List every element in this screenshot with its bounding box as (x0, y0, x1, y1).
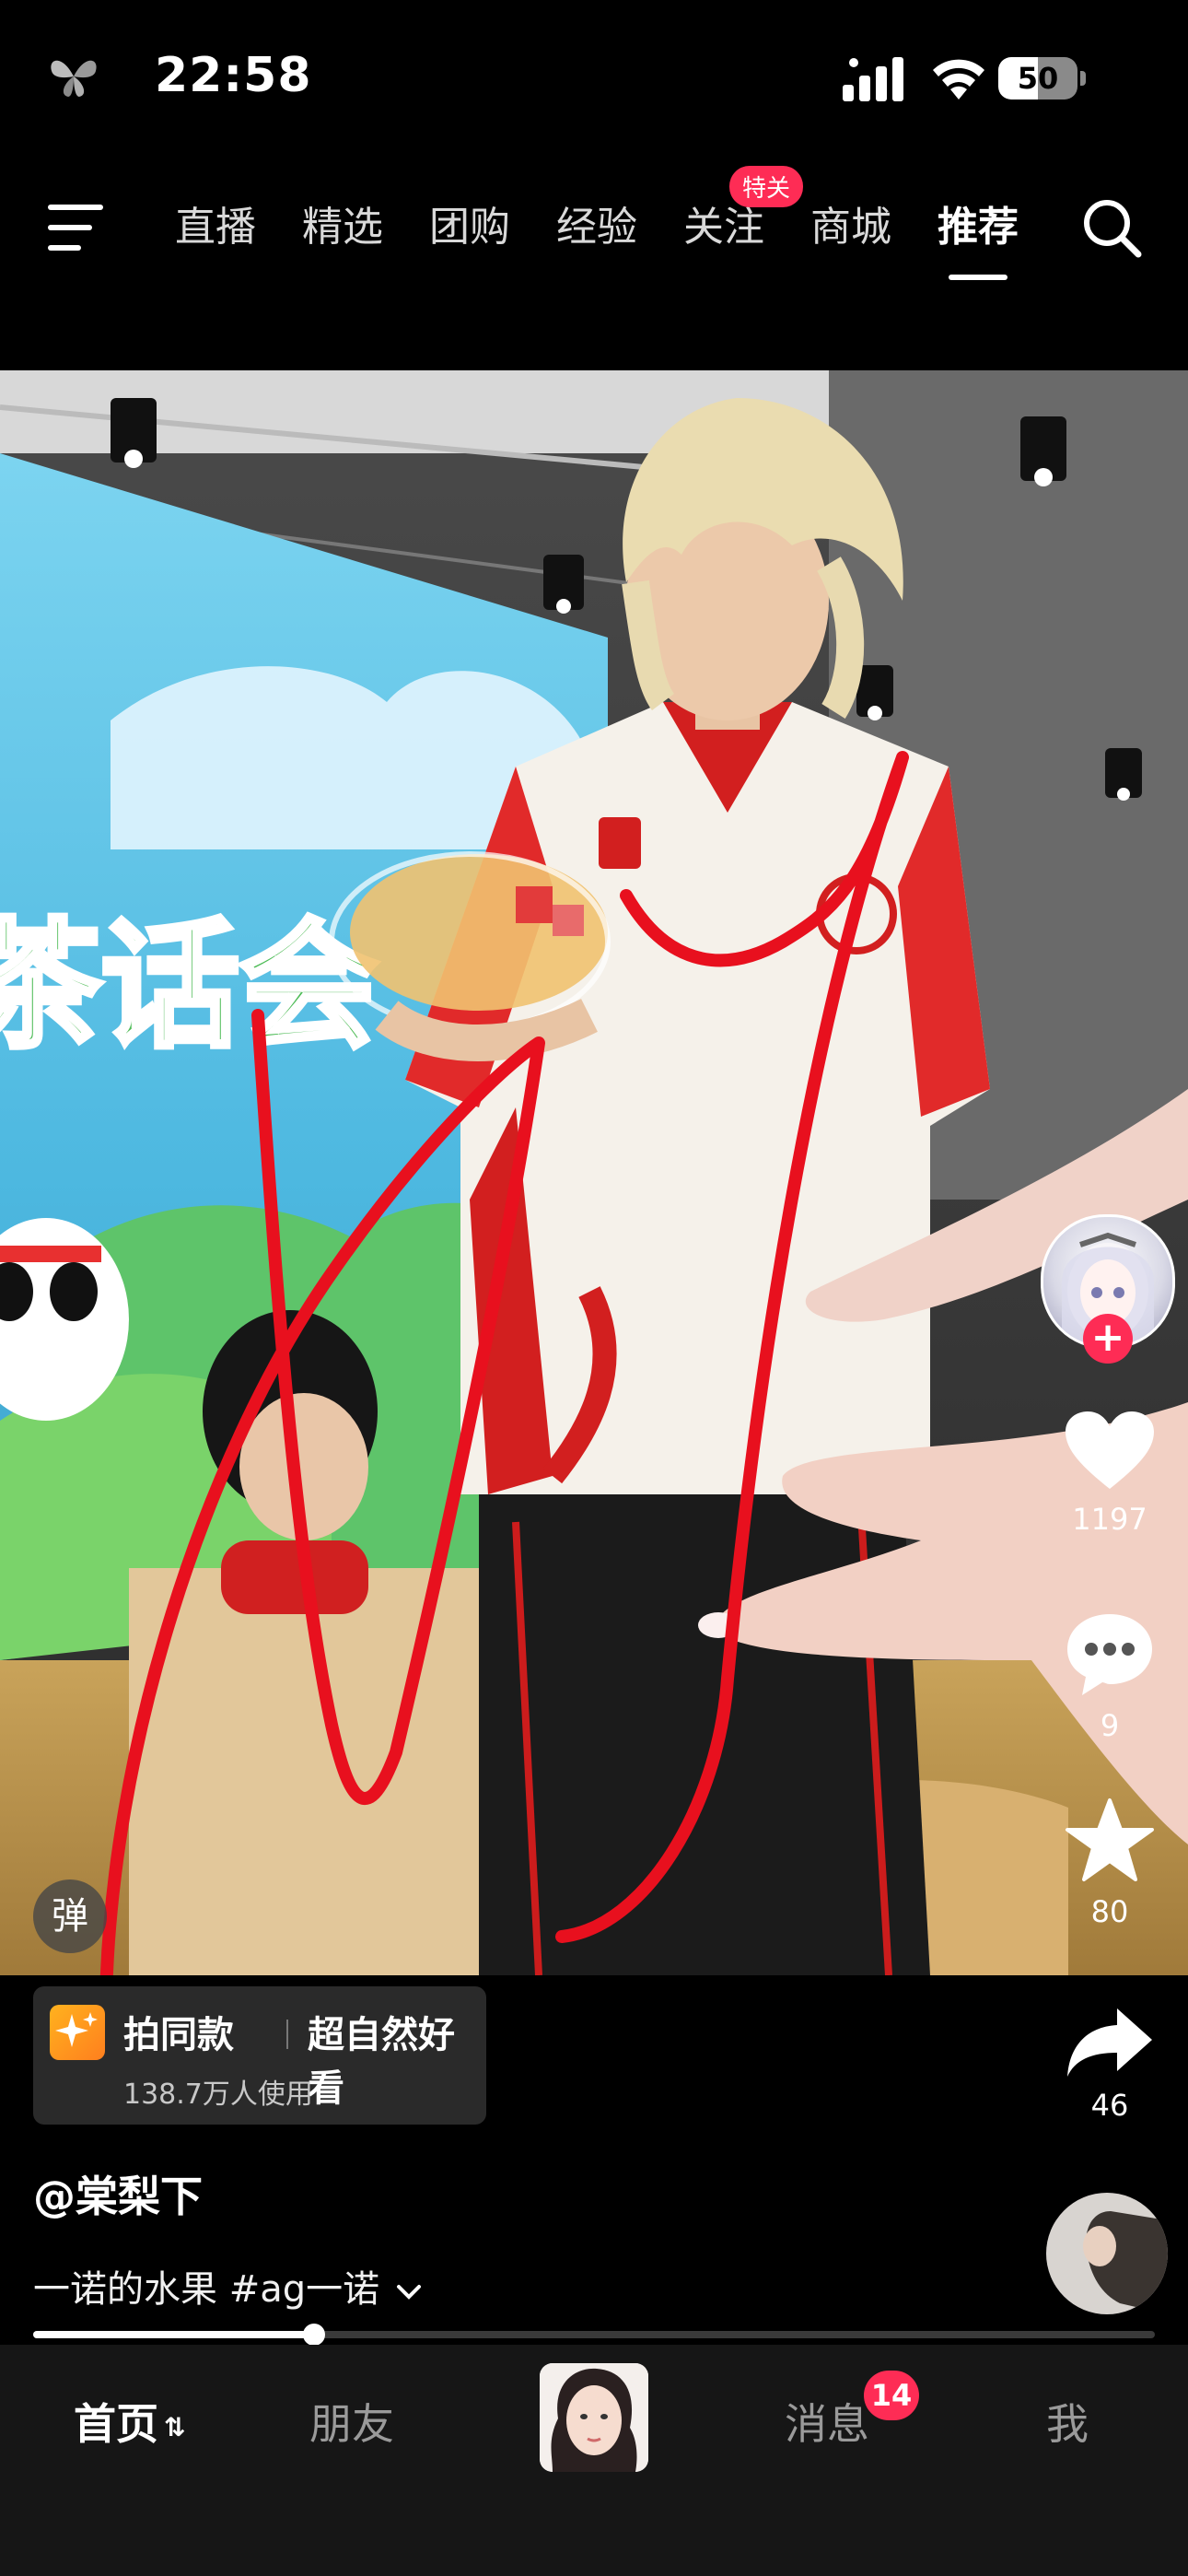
heart-icon (1066, 1411, 1154, 1489)
share-count: 46 (1090, 2088, 1129, 2123)
chevron-down-icon[interactable] (395, 2270, 423, 2313)
tab-friends[interactable]: 朋友 (309, 2391, 394, 2452)
like-button[interactable]: 1197 (1050, 1410, 1170, 1537)
top-nav: 直播 精选 团购 经验 关注 特关 商城 推荐 (0, 166, 1188, 295)
battery-icon: 50 (998, 57, 1087, 100)
tab-mall[interactable]: 商城 (810, 193, 891, 252)
effect-users-count: 138.7万人使用 (123, 2078, 313, 2111)
bottom-tab-bar: 首页 ⇅ 朋友 消息 14 我 (0, 2345, 1188, 2576)
tab-experience[interactable]: 经验 (556, 193, 637, 252)
tab-live[interactable]: 直播 (175, 193, 256, 252)
tab-following[interactable]: 关注 特关 (683, 166, 804, 252)
video-player[interactable]: 茶话会 (0, 370, 1188, 1975)
comment-icon (1067, 1614, 1152, 1695)
share-button[interactable]: 46 (1050, 2005, 1170, 2123)
same-style-title: 拍同款 (123, 2014, 234, 2056)
battery-level: 50 (1017, 61, 1059, 96)
messages-badge: 14 (864, 2371, 919, 2420)
menu-icon[interactable] (48, 205, 105, 251)
special-follow-badge: 特关 (729, 166, 804, 207)
same-style-card[interactable]: 拍同款 超自然好看 138.7万人使用 (33, 1986, 486, 2125)
effect-name: 超自然好看 (308, 2014, 455, 2110)
favorite-button[interactable]: 80 (1050, 1797, 1170, 1929)
active-tab-indicator (949, 275, 1007, 280)
profile-photo-icon (540, 2363, 648, 2472)
danmu-toggle-button[interactable]: 弹 (33, 1879, 107, 1953)
status-bar: 22:58 50 (0, 0, 1188, 157)
tab-group-buy[interactable]: 团购 (429, 193, 510, 252)
music-disc-button[interactable] (1046, 2193, 1168, 2314)
favorite-count: 80 (1090, 1894, 1129, 1929)
scene-banner-text: 茶话会 (0, 907, 378, 1067)
post-description[interactable]: 一诺的水果 #ag一诺 (33, 2259, 423, 2313)
video-progress-bar[interactable] (33, 2324, 1155, 2346)
signal-icon (843, 57, 903, 101)
author-name[interactable]: @棠梨下 (33, 2163, 203, 2224)
follow-plus-icon[interactable]: + (1083, 1314, 1133, 1364)
share-icon (1067, 2008, 1152, 2077)
video-frame: 茶话会 (0, 370, 1188, 1975)
butterfly-icon (51, 60, 97, 97)
divider (286, 2020, 288, 2049)
sparkle-icon (50, 2005, 105, 2060)
music-cover-icon (1046, 2193, 1168, 2314)
comment-button[interactable]: 9 (1050, 1610, 1170, 1743)
search-icon[interactable] (1079, 195, 1144, 260)
author-avatar-button[interactable]: + (1041, 1214, 1175, 1371)
tab-home[interactable]: 首页 ⇅ (74, 2391, 185, 2452)
clock: 22:58 (155, 48, 312, 103)
tab-featured[interactable]: 精选 (302, 193, 383, 252)
tab-me[interactable]: 我 (1046, 2391, 1089, 2452)
star-icon (1066, 1798, 1154, 1881)
tab-recommend[interactable]: 推荐 (938, 193, 1019, 280)
wifi-icon (933, 59, 984, 100)
tab-messages[interactable]: 消息 (785, 2391, 869, 2452)
like-count: 1197 (1072, 1502, 1147, 1537)
create-button[interactable] (540, 2363, 648, 2472)
progress-knob[interactable] (302, 2324, 325, 2346)
comment-count: 9 (1100, 1708, 1120, 1743)
refresh-swap-icon: ⇅ (164, 2412, 186, 2442)
